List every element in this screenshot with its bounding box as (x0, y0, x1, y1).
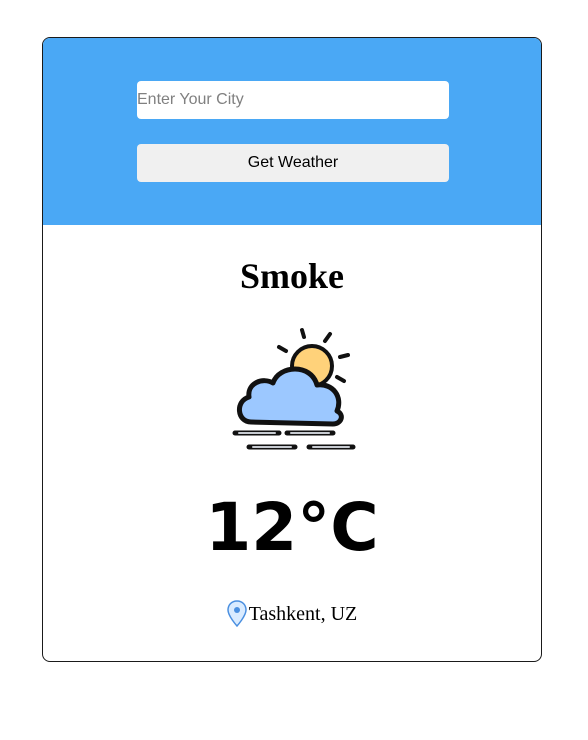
location-line: Tashkent, UZ (43, 600, 541, 628)
cloud-sun-fog-icon (232, 328, 356, 450)
weather-card: Get Weather Smoke 12°C (42, 37, 542, 662)
search-header: Get Weather (43, 38, 541, 225)
temperature-readout: 12°C (205, 489, 379, 566)
city-search-input[interactable] (137, 81, 449, 119)
location-pin-icon (226, 600, 247, 628)
get-weather-button[interactable]: Get Weather (137, 144, 449, 182)
weather-condition: Smoke (239, 256, 344, 296)
location-text: Tashkent, UZ (248, 603, 358, 625)
